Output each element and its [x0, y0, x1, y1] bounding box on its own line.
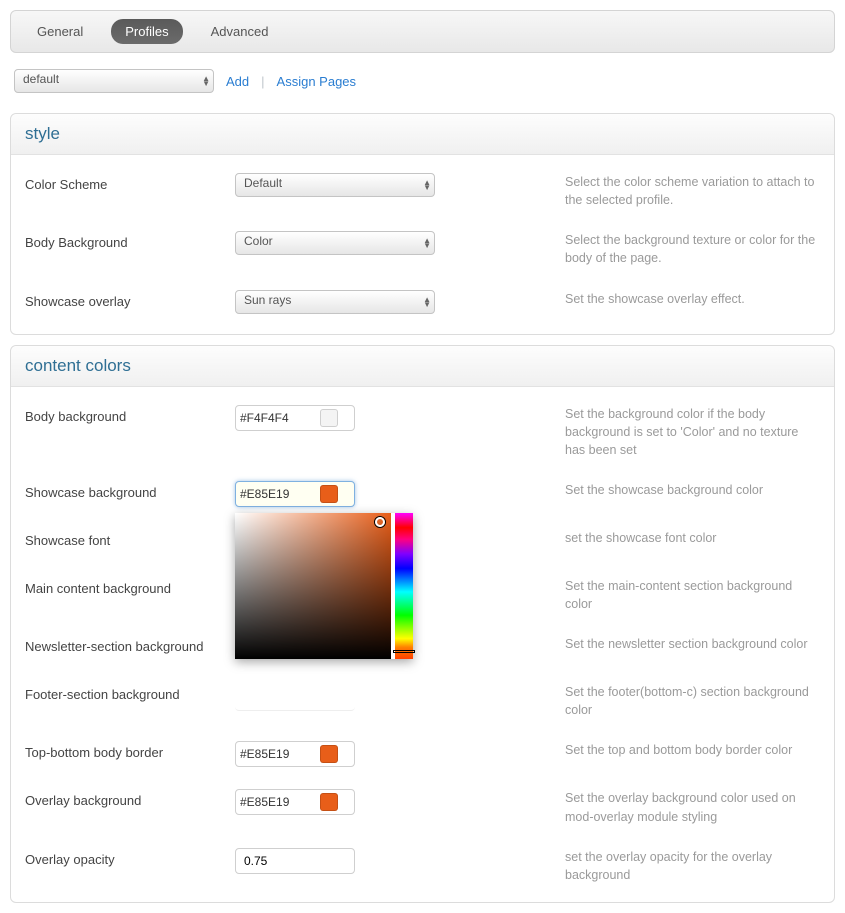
top-bottom-border-field[interactable]	[240, 747, 320, 761]
profile-select[interactable]: default ▲▼	[14, 69, 214, 93]
desc-color-scheme: Select the color scheme variation to att…	[435, 173, 820, 209]
label-top-bottom-border: Top-bottom body border	[25, 741, 235, 760]
panel-title-style: style	[11, 114, 834, 155]
panel-style: style Color Scheme Default ▲▼ Select the…	[10, 113, 835, 335]
desc-showcase-font: set the showcase font color	[435, 529, 820, 547]
desc-newsletter-bg: Set the newsletter section background co…	[435, 635, 820, 653]
desc-showcase-overlay: Set the showcase overlay effect.	[435, 290, 820, 308]
select-body-background[interactable]: Color ▲▼	[235, 231, 435, 255]
color-input-top-bottom-border[interactable]	[235, 741, 355, 767]
body-bg-field[interactable]	[240, 411, 320, 425]
panel-content-colors: content colors Body background Set the b…	[10, 345, 835, 903]
overlay-opacity-field[interactable]	[235, 848, 355, 874]
label-showcase-font: Showcase font	[25, 529, 235, 548]
picker-cursor-icon	[375, 517, 385, 527]
picker-saturation-value[interactable]	[235, 513, 391, 659]
color-input-footer-bg[interactable]	[235, 683, 355, 711]
select-showcase-overlay[interactable]: Sun rays ▲▼	[235, 290, 435, 314]
desc-overlay-opacity: set the overlay opacity for the overlay …	[435, 848, 820, 884]
showcase-bg-field[interactable]	[240, 487, 320, 501]
picker-hue-slider[interactable]	[395, 513, 413, 659]
tab-general[interactable]: General	[23, 19, 97, 44]
swatch-body-bg[interactable]	[320, 409, 338, 427]
separator: |	[261, 74, 264, 89]
color-input-body-bg[interactable]	[235, 405, 355, 431]
hue-marker-icon	[393, 650, 415, 653]
assign-pages-link[interactable]: Assign Pages	[277, 74, 357, 89]
label-showcase-overlay: Showcase overlay	[25, 290, 235, 309]
label-showcase-bg: Showcase background	[25, 481, 235, 500]
label-newsletter-bg: Newsletter-section background	[25, 635, 235, 654]
color-input-showcase-bg[interactable]	[235, 481, 355, 507]
label-body-bg: Body background	[25, 405, 235, 424]
tab-profiles[interactable]: Profiles	[111, 19, 182, 44]
desc-body-background: Select the background texture or color f…	[435, 231, 820, 267]
panel-title-content-colors: content colors	[11, 346, 834, 387]
desc-body-bg: Set the background color if the body bac…	[435, 405, 820, 459]
label-overlay-opacity: Overlay opacity	[25, 848, 235, 867]
color-input-overlay-bg[interactable]	[235, 789, 355, 815]
label-body-background: Body Background	[25, 231, 235, 250]
desc-main-content-bg: Set the main-content section background …	[435, 577, 820, 613]
add-link[interactable]: Add	[226, 74, 249, 89]
desc-showcase-bg: Set the showcase background color	[435, 481, 820, 499]
color-picker[interactable]	[235, 513, 413, 659]
desc-top-bottom-border: Set the top and bottom body border color	[435, 741, 820, 759]
swatch-showcase-bg[interactable]	[320, 485, 338, 503]
overlay-bg-field[interactable]	[240, 795, 320, 809]
label-color-scheme: Color Scheme	[25, 173, 235, 192]
label-main-content-bg: Main content background	[25, 577, 235, 596]
desc-footer-bg: Set the footer(bottom-c) section backgro…	[435, 683, 820, 719]
swatch-top-bottom-border[interactable]	[320, 745, 338, 763]
label-overlay-bg: Overlay background	[25, 789, 235, 808]
tab-bar: General Profiles Advanced	[10, 10, 835, 53]
tab-advanced[interactable]: Advanced	[197, 19, 283, 44]
swatch-overlay-bg[interactable]	[320, 793, 338, 811]
select-color-scheme[interactable]: Default ▲▼	[235, 173, 435, 197]
profile-toolbar: default ▲▼ Add | Assign Pages	[0, 63, 845, 103]
footer-bg-field[interactable]	[239, 690, 319, 704]
desc-overlay-bg: Set the overlay background color used on…	[435, 789, 820, 825]
label-footer-bg: Footer-section background	[25, 683, 235, 702]
